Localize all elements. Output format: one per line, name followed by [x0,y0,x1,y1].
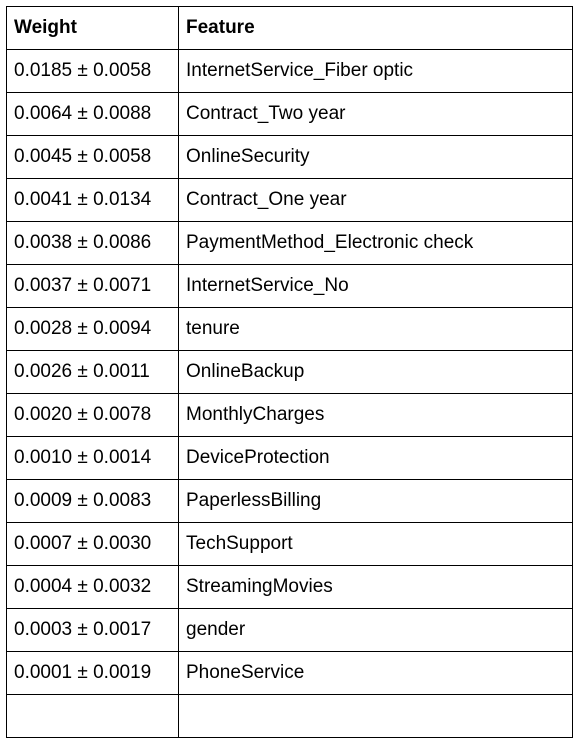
feature-cell: InternetService_No [178,264,573,308]
table-row: 0.0007 ± 0.0030 TechSupport [6,522,573,566]
feature-cell: StreamingMovies [178,565,573,609]
feature-cell: PaperlessBilling [178,479,573,523]
table-row: 0.0045 ± 0.0058 OnlineSecurity [6,135,573,179]
feature-cell: PhoneService [178,651,573,695]
weight-cell: 0.0004 ± 0.0032 [6,565,179,609]
table-row: 0.0020 ± 0.0078 MonthlyCharges [6,393,573,437]
feature-cell: tenure [178,307,573,351]
table-body: 0.0185 ± 0.0058 InternetService_Fiber opt… [6,49,573,738]
table-row: 0.0003 ± 0.0017 gender [6,608,573,652]
table-row: 0.0004 ± 0.0032 StreamingMovies [6,565,573,609]
table-row: 0.0037 ± 0.0071 InternetService_No [6,264,573,308]
table-row: 0.0038 ± 0.0086 PaymentMethod_Electronic … [6,221,573,265]
table-row: 0.0001 ± 0.0019 PhoneService [6,651,573,695]
feature-column-header: Feature [178,6,573,50]
weight-column-header: Weight [6,6,179,50]
feature-cell: gender [178,608,573,652]
header-row: Weight Feature [6,6,573,50]
table-row: 0.0028 ± 0.0094 tenure [6,307,573,351]
feature-cell: Contract_One year [178,178,573,222]
weight-cell: 0.0026 ± 0.0011 [6,350,179,394]
table-row: 0.0185 ± 0.0058 InternetService_Fiber opt… [6,49,573,93]
table-row: 0.0026 ± 0.0011 OnlineBackup [6,350,573,394]
weight-cell: 0.0028 ± 0.0094 [6,307,179,351]
feature-weights-table: Weight Feature 0.0185 ± 0.0058 InternetSe… [6,6,573,738]
weight-cell: 0.0003 ± 0.0017 [6,608,179,652]
table-row: 0.0064 ± 0.0088 Contract_Two year [6,92,573,136]
feature-cell: TechSupport [178,522,573,566]
feature-cell: DeviceProtection [178,436,573,480]
table-row [6,694,573,738]
feature-cell: PaymentMethod_Electronic check [178,221,573,265]
feature-cell: MonthlyCharges [178,393,573,437]
weight-cell: 0.0038 ± 0.0086 [6,221,179,265]
table-row: 0.0009 ± 0.0083 PaperlessBilling [6,479,573,523]
weight-cell: 0.0001 ± 0.0019 [6,651,179,695]
weight-cell: 0.0007 ± 0.0030 [6,522,179,566]
weight-cell: 0.0041 ± 0.0134 [6,178,179,222]
feature-cell: OnlineBackup [178,350,573,394]
weight-cell: 0.0009 ± 0.0083 [6,479,179,523]
weight-cell: 0.0010 ± 0.0014 [6,436,179,480]
feature-cell: Contract_Two year [178,92,573,136]
weight-cell: 0.0037 ± 0.0071 [6,264,179,308]
weight-cell: 0.0185 ± 0.0058 [6,49,179,93]
feature-cell: OnlineSecurity [178,135,573,179]
weight-cell: 0.0064 ± 0.0088 [6,92,179,136]
weight-cell [6,694,179,738]
feature-cell [178,694,573,738]
weight-cell: 0.0045 ± 0.0058 [6,135,179,179]
weight-cell: 0.0020 ± 0.0078 [6,393,179,437]
table-row: 0.0041 ± 0.0134 Contract_One year [6,178,573,222]
table-row: 0.0010 ± 0.0014 DeviceProtection [6,436,573,480]
feature-cell: InternetService_Fiber optic [178,49,573,93]
